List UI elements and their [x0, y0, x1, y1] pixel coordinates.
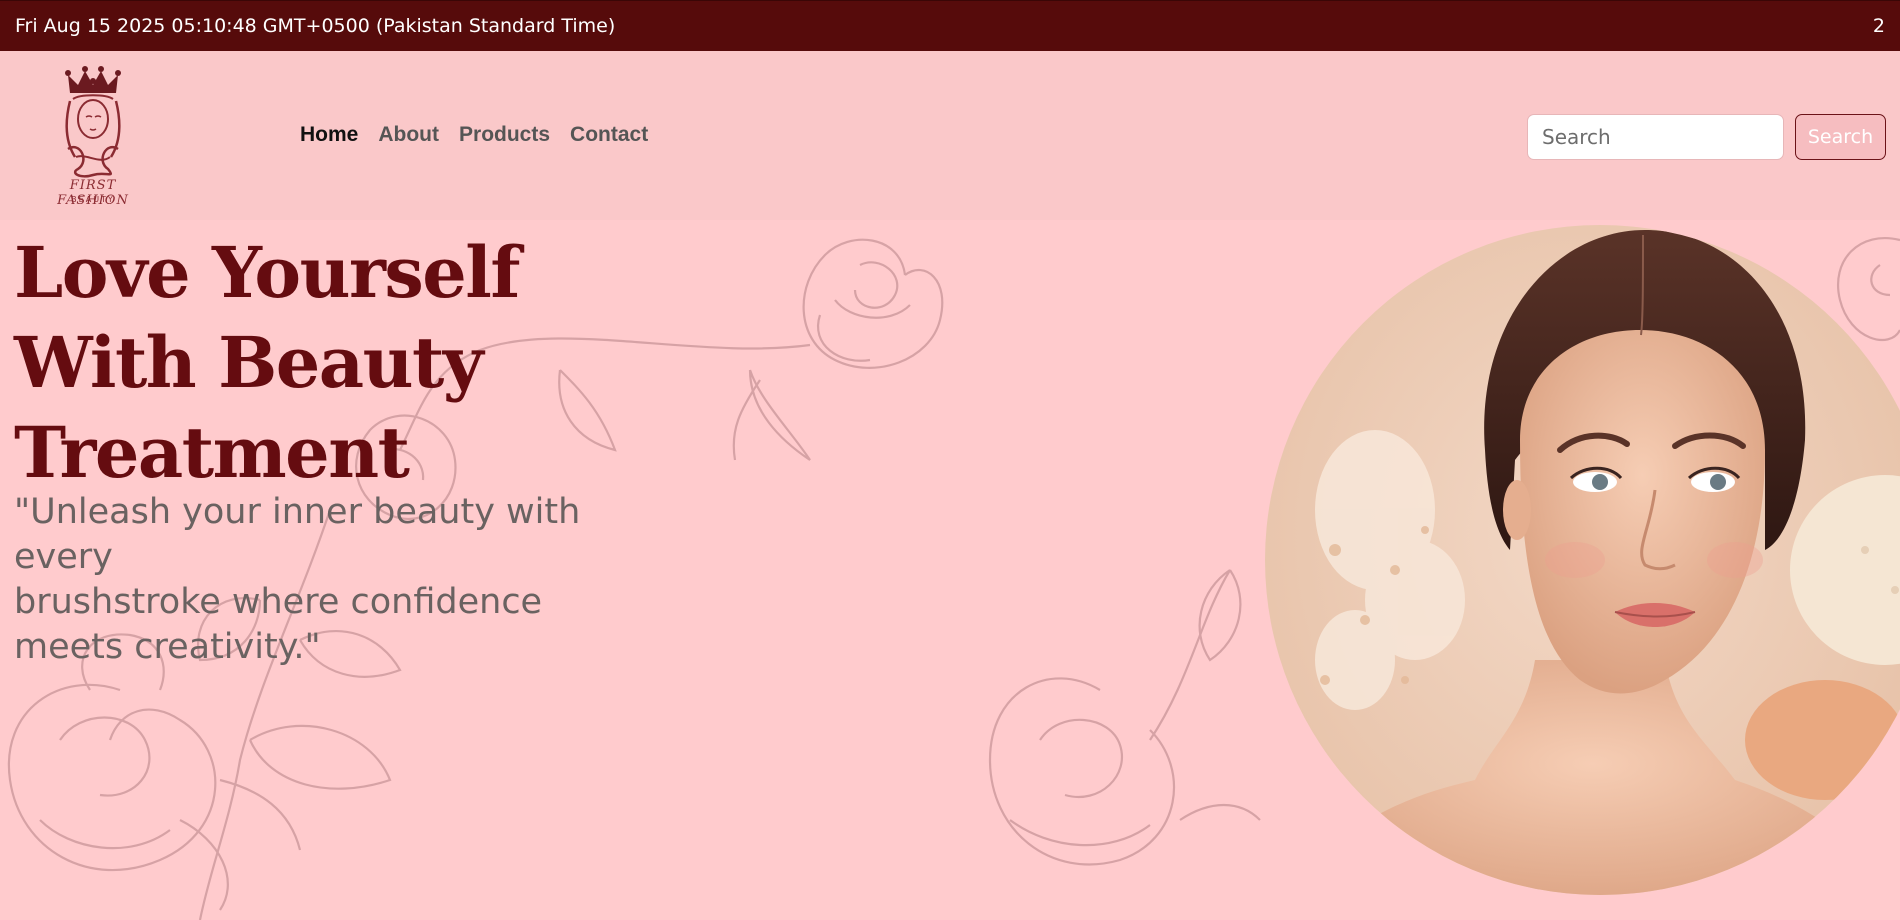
tagline-line-2: brushstroke where confidence: [14, 582, 543, 622]
nav-link-home[interactable]: Home: [300, 123, 358, 147]
navbar: FIRST FASHION BEAUTY Home About Products…: [0, 51, 1900, 220]
hero-portrait-image: [1265, 225, 1900, 895]
headline-line-1: Love Yourself: [14, 231, 521, 314]
main-nav: Home About Products Contact: [300, 123, 648, 147]
counter-text: 2: [1872, 15, 1885, 37]
crown-woman-logo-icon: [65, 66, 121, 178]
datetime-text: Fri Aug 15 2025 05:10:48 GMT+0500 (Pakis…: [15, 15, 616, 37]
hero-tagline: "Unleash your inner beauty with every br…: [14, 490, 634, 670]
nav-link-contact[interactable]: Contact: [570, 123, 648, 147]
tagline-line-1: "Unleash your inner beauty with every: [14, 492, 581, 577]
top-status-bar: Fri Aug 15 2025 05:10:48 GMT+0500 (Pakis…: [0, 0, 1900, 51]
headline-line-2: With Beauty: [14, 321, 484, 404]
nav-link-about[interactable]: About: [378, 123, 439, 147]
brand-logo[interactable]: FIRST FASHION BEAUTY: [40, 61, 146, 211]
hero-headline: Love Yourself With Beauty Treatment: [14, 228, 714, 498]
nav-link-products[interactable]: Products: [459, 123, 550, 147]
headline-line-3: Treatment: [14, 411, 410, 494]
tagline-line-3: meets creativity.": [14, 627, 321, 667]
search-input[interactable]: [1527, 114, 1784, 160]
search-button[interactable]: Search: [1795, 114, 1886, 160]
logo-sub-text: BEAUTY: [71, 195, 115, 204]
hero-section: Love Yourself With Beauty Treatment "Unl…: [0, 220, 1900, 920]
